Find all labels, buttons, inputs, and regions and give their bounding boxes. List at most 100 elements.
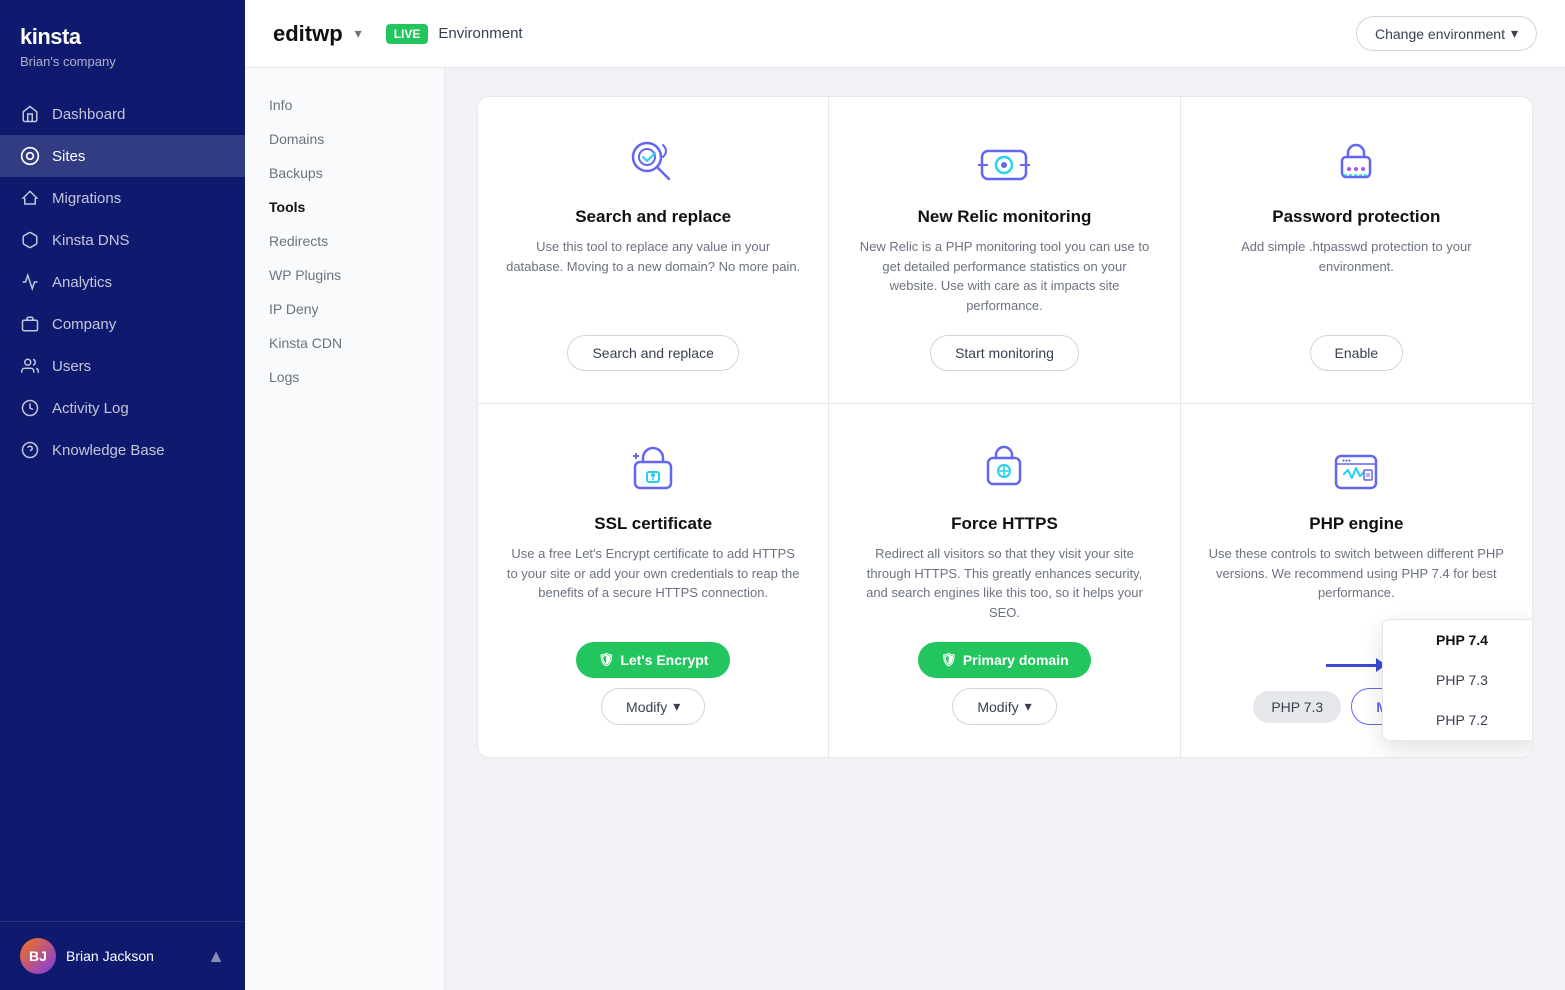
ssl-desc: Use a free Let's Encrypt certificate to …: [506, 544, 800, 622]
sidebar-logo: kinsta Brian's company: [0, 0, 245, 85]
https-modify-button[interactable]: Modify ▾: [952, 688, 1056, 725]
https-modify-chevron: ▾: [1025, 698, 1032, 715]
new-relic-actions: Start monitoring: [857, 335, 1151, 371]
change-env-chevron-icon: ▾: [1511, 25, 1518, 42]
shield-icon-2: 🛡: [940, 652, 957, 668]
site-chevron-icon[interactable]: ▾: [355, 25, 362, 42]
search-replace-button[interactable]: Search and replace: [567, 335, 738, 371]
dns-icon: [20, 230, 40, 250]
sidebar-item-users[interactable]: Users: [0, 345, 245, 387]
sidebar-nav: Dashboard Sites Migrations Kinsta DNS: [0, 85, 245, 921]
sidebar-label-dns: Kinsta DNS: [52, 232, 130, 249]
tool-card-force-https: Force HTTPS Redirect all visitors so tha…: [829, 404, 1180, 757]
search-replace-desc: Use this tool to replace any value in yo…: [506, 237, 800, 315]
subnav-wp-plugins[interactable]: WP Plugins: [245, 258, 444, 292]
new-relic-icon: [974, 133, 1034, 193]
force-https-icon: [974, 440, 1034, 500]
php-version-badge: PHP 7.3: [1253, 691, 1341, 723]
force-https-actions: 🛡 Primary domain Modify ▾: [857, 642, 1151, 725]
subnav-info[interactable]: Info: [245, 88, 444, 122]
change-environment-button[interactable]: Change environment ▾: [1356, 16, 1537, 51]
subnav-kinsta-cdn[interactable]: Kinsta CDN: [245, 326, 444, 360]
subnav-backups[interactable]: Backups: [245, 156, 444, 190]
user-name: Brian Jackson: [66, 948, 154, 964]
sidebar-item-activity-log[interactable]: Activity Log: [0, 387, 245, 429]
content-area: Info Domains Backups Tools Redirects WP …: [245, 68, 1565, 990]
sidebar-label-users: Users: [52, 358, 91, 375]
sidebar-label-company: Company: [52, 316, 116, 333]
avatar: BJ: [20, 938, 56, 974]
site-name: editwp: [273, 21, 343, 47]
sidebar-label-migrations: Migrations: [52, 190, 121, 207]
php-arrow: [1326, 658, 1386, 672]
subnav-logs[interactable]: Logs: [245, 360, 444, 394]
php-option-73[interactable]: PHP 7.3: [1383, 660, 1533, 700]
ssl-modify-chevron: ▾: [673, 698, 680, 715]
sub-nav: Info Domains Backups Tools Redirects WP …: [245, 68, 445, 990]
sidebar-label-analytics: Analytics: [52, 274, 112, 291]
sites-icon: [20, 146, 40, 166]
enable-password-button[interactable]: Enable: [1310, 335, 1404, 371]
php-title: PHP engine: [1309, 514, 1403, 534]
sidebar-item-analytics[interactable]: Analytics: [0, 261, 245, 303]
force-https-desc: Redirect all visitors so that they visit…: [857, 544, 1151, 622]
sidebar-bottom: BJ Brian Jackson ▲: [0, 921, 245, 990]
search-replace-actions: Search and replace: [506, 335, 800, 371]
tool-card-password: Password protection Add simple .htpasswd…: [1181, 97, 1532, 404]
user-info: BJ Brian Jackson: [20, 938, 154, 974]
env-badge: LIVE: [386, 24, 429, 44]
shield-icon: 🛡: [598, 652, 615, 668]
logo-text: kinsta: [20, 24, 225, 50]
ssl-icon: [623, 440, 683, 500]
main-content: editwp ▾ LIVE Environment Change environ…: [245, 0, 1565, 990]
activity-icon: [20, 398, 40, 418]
sidebar-item-migrations[interactable]: Migrations: [0, 177, 245, 219]
password-icon: [1326, 133, 1386, 193]
subnav-domains[interactable]: Domains: [245, 122, 444, 156]
user-chevron-icon[interactable]: ▲: [207, 946, 225, 967]
sidebar-item-dashboard[interactable]: Dashboard: [0, 93, 245, 135]
new-relic-title: New Relic monitoring: [918, 207, 1092, 227]
sidebar-item-company[interactable]: Company: [0, 303, 245, 345]
sidebar-item-kinsta-dns[interactable]: Kinsta DNS: [0, 219, 245, 261]
tools-grid: Search and replace Use this tool to repl…: [477, 96, 1533, 758]
password-actions: Enable: [1209, 335, 1504, 371]
tool-card-ssl: SSL certificate Use a free Let's Encrypt…: [478, 404, 829, 757]
site-info: editwp ▾ LIVE Environment: [273, 21, 523, 47]
subnav-tools[interactable]: Tools: [245, 190, 444, 224]
migrations-icon: [20, 188, 40, 208]
force-https-title: Force HTTPS: [951, 514, 1058, 534]
tool-card-search-replace: Search and replace Use this tool to repl…: [478, 97, 829, 404]
php-icon: ●●●: [1326, 440, 1386, 500]
sidebar-item-knowledge-base[interactable]: Knowledge Base: [0, 429, 245, 471]
subnav-redirects[interactable]: Redirects: [245, 224, 444, 258]
ssl-modify-button[interactable]: Modify ▾: [601, 688, 705, 725]
change-env-label: Change environment: [1375, 26, 1505, 42]
password-desc: Add simple .htpasswd protection to your …: [1209, 237, 1504, 315]
tools-area: Search and replace Use this tool to repl…: [445, 68, 1565, 990]
php-option-74[interactable]: PHP 7.4: [1383, 620, 1533, 660]
start-monitoring-button[interactable]: Start monitoring: [930, 335, 1079, 371]
primary-domain-button[interactable]: 🛡 Primary domain: [918, 642, 1090, 678]
sidebar-label-sites: Sites: [52, 148, 85, 165]
users-icon: [20, 356, 40, 376]
sidebar-item-sites[interactable]: Sites: [0, 135, 245, 177]
password-title: Password protection: [1272, 207, 1440, 227]
home-icon: [20, 104, 40, 124]
sidebar-label-knowledge: Knowledge Base: [52, 442, 165, 459]
svg-text:●●●: ●●●: [1342, 458, 1351, 464]
tool-card-php: ●●● PHP engine Use these controls to swi…: [1181, 404, 1532, 757]
knowledge-icon: [20, 440, 40, 460]
sidebar-label-dashboard: Dashboard: [52, 106, 125, 123]
env-label: Environment: [438, 25, 522, 42]
ssl-actions: 🛡 Let's Encrypt Modify ▾: [506, 642, 800, 725]
subnav-ip-deny[interactable]: IP Deny: [245, 292, 444, 326]
new-relic-desc: New Relic is a PHP monitoring tool you c…: [857, 237, 1151, 315]
sidebar: kinsta Brian's company Dashboard Sites M…: [0, 0, 245, 990]
ssl-title: SSL certificate: [594, 514, 712, 534]
lets-encrypt-button[interactable]: 🛡 Let's Encrypt: [576, 642, 731, 678]
php-option-72[interactable]: PHP 7.2: [1383, 700, 1533, 740]
company-name: Brian's company: [20, 54, 225, 69]
search-replace-title: Search and replace: [575, 207, 731, 227]
php-dropdown: PHP 7.4 PHP 7.3 PHP 7.2: [1382, 619, 1533, 741]
